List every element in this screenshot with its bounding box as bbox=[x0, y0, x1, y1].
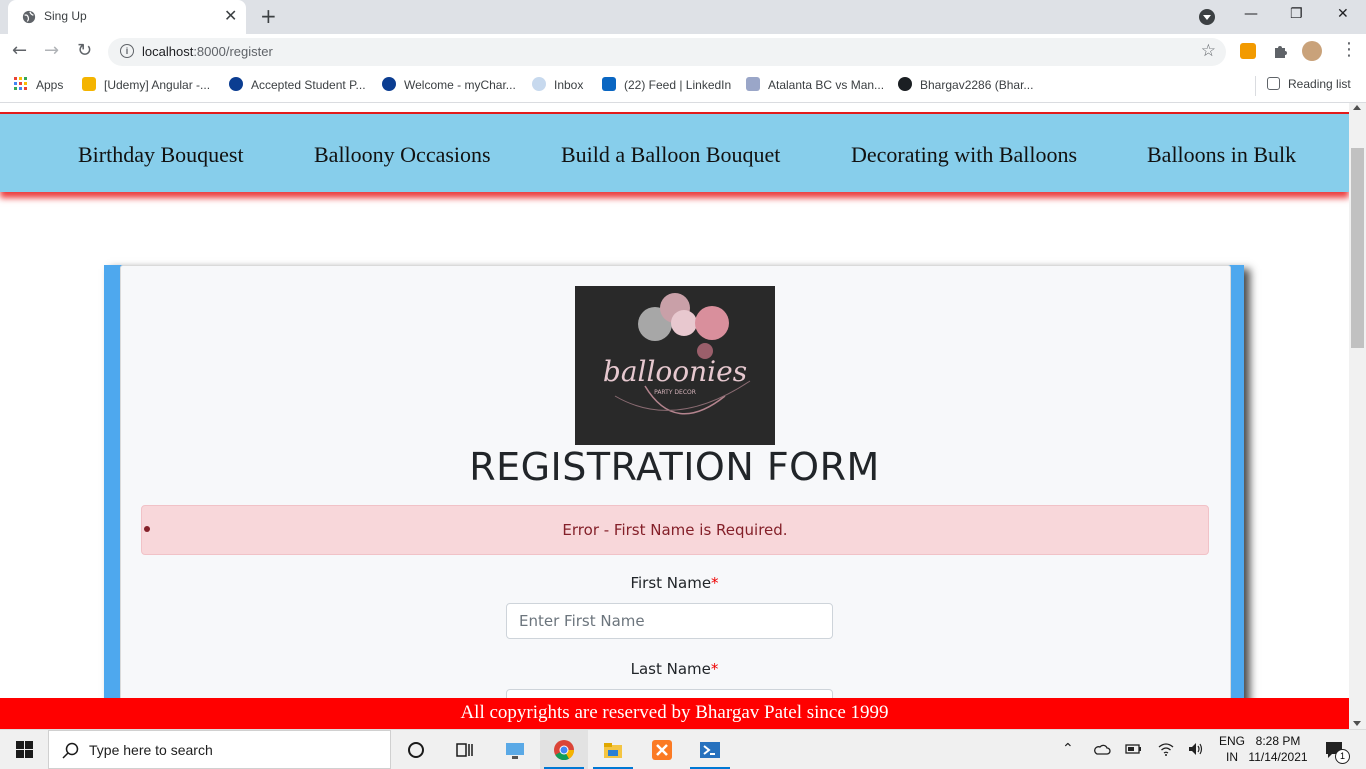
volume-icon[interactable] bbox=[1187, 741, 1205, 757]
windows-taskbar: Type here to search ⌃ ENG IN 8:28 PM 11/14… bbox=[0, 729, 1366, 769]
logo-tagline-text: PARTY DECOR bbox=[654, 389, 696, 396]
bookmark-separator bbox=[1255, 76, 1256, 96]
github-icon bbox=[898, 77, 912, 91]
minimize-icon[interactable]: — bbox=[1244, 6, 1258, 22]
nav-item-balloons-in-bulk[interactable]: Balloons in Bulk bbox=[1147, 142, 1296, 168]
puzzle-extensions-icon[interactable] bbox=[1272, 43, 1288, 59]
bookmark-apps[interactable]: Apps bbox=[14, 77, 63, 92]
scrollbar-thumb[interactable] bbox=[1351, 148, 1364, 348]
nav-item-build-a-balloon-bouquet[interactable]: Build a Balloon Bouquet bbox=[561, 142, 780, 168]
main-navbar: Birthday Bouquest Balloony Occasions Bui… bbox=[0, 112, 1349, 192]
profile-avatar[interactable] bbox=[1302, 41, 1322, 61]
football-icon bbox=[746, 77, 760, 91]
reading-list-button[interactable]: Reading list bbox=[1267, 77, 1351, 91]
wifi-icon[interactable] bbox=[1157, 741, 1175, 757]
brand-logo: balloonies PARTY DECOR bbox=[575, 286, 775, 445]
bookmark-accepted-student[interactable]: Accepted Student P... bbox=[229, 77, 366, 92]
notification-count-badge: 1 bbox=[1335, 749, 1350, 764]
chrome-icon bbox=[554, 740, 575, 761]
menu-kebab-icon[interactable]: ⋮ bbox=[1340, 40, 1358, 60]
taskbar-app-xampp[interactable] bbox=[638, 730, 686, 769]
college-icon bbox=[382, 77, 396, 91]
reading-list-icon bbox=[1267, 77, 1280, 90]
first-name-input[interactable]: Enter First Name bbox=[506, 603, 833, 639]
task-view-button[interactable] bbox=[440, 730, 488, 769]
close-tab-icon[interactable]: ✕ bbox=[224, 7, 237, 25]
task-view-icon bbox=[456, 743, 473, 757]
cortana-button[interactable] bbox=[392, 730, 440, 769]
college-icon bbox=[229, 77, 243, 91]
powershell-icon bbox=[700, 742, 720, 758]
extension-icon[interactable] bbox=[1240, 43, 1256, 59]
search-icon bbox=[62, 742, 79, 759]
logo-brand-text: balloonies bbox=[603, 355, 747, 388]
taskbar-app-powershell[interactable] bbox=[686, 730, 734, 769]
restore-icon[interactable]: ❐ bbox=[1290, 6, 1303, 22]
browser-tab[interactable]: Sing Up ✕ bbox=[8, 0, 246, 34]
scroll-down-icon[interactable] bbox=[1353, 721, 1361, 726]
mail-icon bbox=[532, 77, 546, 91]
tray-chevron-up-icon[interactable]: ⌃ bbox=[1062, 741, 1074, 757]
nav-item-balloony-occasions[interactable]: Balloony Occasions bbox=[314, 142, 491, 168]
bookmarks-bar: Apps [Udemy] Angular -... Accepted Stude… bbox=[0, 70, 1366, 103]
bookmark-linkedin[interactable]: (22) Feed | LinkedIn bbox=[602, 77, 731, 92]
page-title: REGISTRATION FORM bbox=[469, 445, 880, 489]
cortana-icon bbox=[408, 742, 424, 758]
bookmark-udemy[interactable]: [Udemy] Angular -... bbox=[82, 77, 210, 92]
computer-icon bbox=[506, 743, 524, 759]
page-scrollbar[interactable] bbox=[1349, 103, 1366, 729]
bookmark-inbox[interactable]: Inbox bbox=[532, 77, 583, 92]
required-asterisk: * bbox=[710, 660, 719, 678]
apps-grid-icon bbox=[14, 77, 27, 90]
forward-icon[interactable]: → bbox=[44, 41, 59, 61]
xampp-icon bbox=[652, 740, 672, 760]
taskbar-app-pc[interactable] bbox=[491, 730, 539, 769]
new-tab-icon[interactable]: + bbox=[260, 5, 277, 27]
language-indicator[interactable]: ENG IN bbox=[1218, 733, 1246, 765]
browser-toolbar: ← → ↻ i localhost:8000/register ☆ ⋮ bbox=[0, 34, 1366, 70]
browser-tab-strip: Sing Up ✕ + — ❐ ✕ bbox=[0, 0, 1366, 34]
taskbar-clock[interactable]: 8:28 PM 11/14/2021 bbox=[1248, 733, 1308, 765]
scroll-up-icon[interactable] bbox=[1353, 105, 1361, 110]
folder-icon bbox=[604, 743, 622, 758]
last-name-label: Last Name* bbox=[630, 660, 719, 678]
taskbar-app-explorer[interactable] bbox=[589, 730, 637, 769]
tab-search-icon[interactable] bbox=[1199, 9, 1215, 25]
site-info-icon[interactable]: i bbox=[120, 44, 134, 58]
last-name-input[interactable] bbox=[506, 689, 833, 698]
bookmark-atalanta[interactable]: Atalanta BC vs Man... bbox=[746, 77, 884, 92]
taskbar-app-chrome[interactable] bbox=[540, 730, 588, 769]
udemy-icon bbox=[82, 77, 96, 91]
page-viewport: Birthday Bouquest Balloony Occasions Bui… bbox=[0, 103, 1349, 698]
tab-title: Sing Up bbox=[44, 9, 87, 23]
first-name-label: First Name* bbox=[630, 574, 719, 592]
taskbar-search-box[interactable]: Type here to search bbox=[48, 730, 391, 769]
windows-start-icon[interactable] bbox=[16, 741, 33, 758]
reload-icon[interactable]: ↻ bbox=[77, 41, 92, 61]
globe-icon bbox=[22, 10, 36, 24]
balloons-logo-image: balloonies PARTY DECOR bbox=[603, 293, 751, 415]
close-window-icon[interactable]: ✕ bbox=[1337, 6, 1349, 22]
error-message: Error - First Name is Required. bbox=[562, 521, 788, 539]
onedrive-cloud-icon[interactable] bbox=[1093, 742, 1111, 756]
nav-item-birthday-bouquest[interactable]: Birthday Bouquest bbox=[78, 142, 244, 168]
linkedin-icon bbox=[602, 77, 616, 91]
bookmark-star-icon[interactable]: ☆ bbox=[1201, 41, 1216, 61]
bookmark-welcome[interactable]: Welcome - myChar... bbox=[382, 77, 516, 92]
page-footer: All copyrights are reserved by Bhargav P… bbox=[0, 698, 1349, 729]
address-bar[interactable]: i localhost:8000/register ☆ bbox=[108, 38, 1226, 66]
battery-icon[interactable] bbox=[1125, 742, 1143, 756]
required-asterisk: * bbox=[711, 574, 719, 592]
nav-item-decorating-with-balloons[interactable]: Decorating with Balloons bbox=[851, 142, 1077, 168]
search-placeholder: Type here to search bbox=[89, 742, 213, 758]
error-alert: Error - First Name is Required. bbox=[141, 505, 1209, 555]
url-text[interactable]: localhost:8000/register bbox=[142, 44, 273, 59]
bookmark-github[interactable]: Bhargav2286 (Bhar... bbox=[898, 77, 1033, 92]
back-icon[interactable]: ← bbox=[12, 41, 27, 61]
